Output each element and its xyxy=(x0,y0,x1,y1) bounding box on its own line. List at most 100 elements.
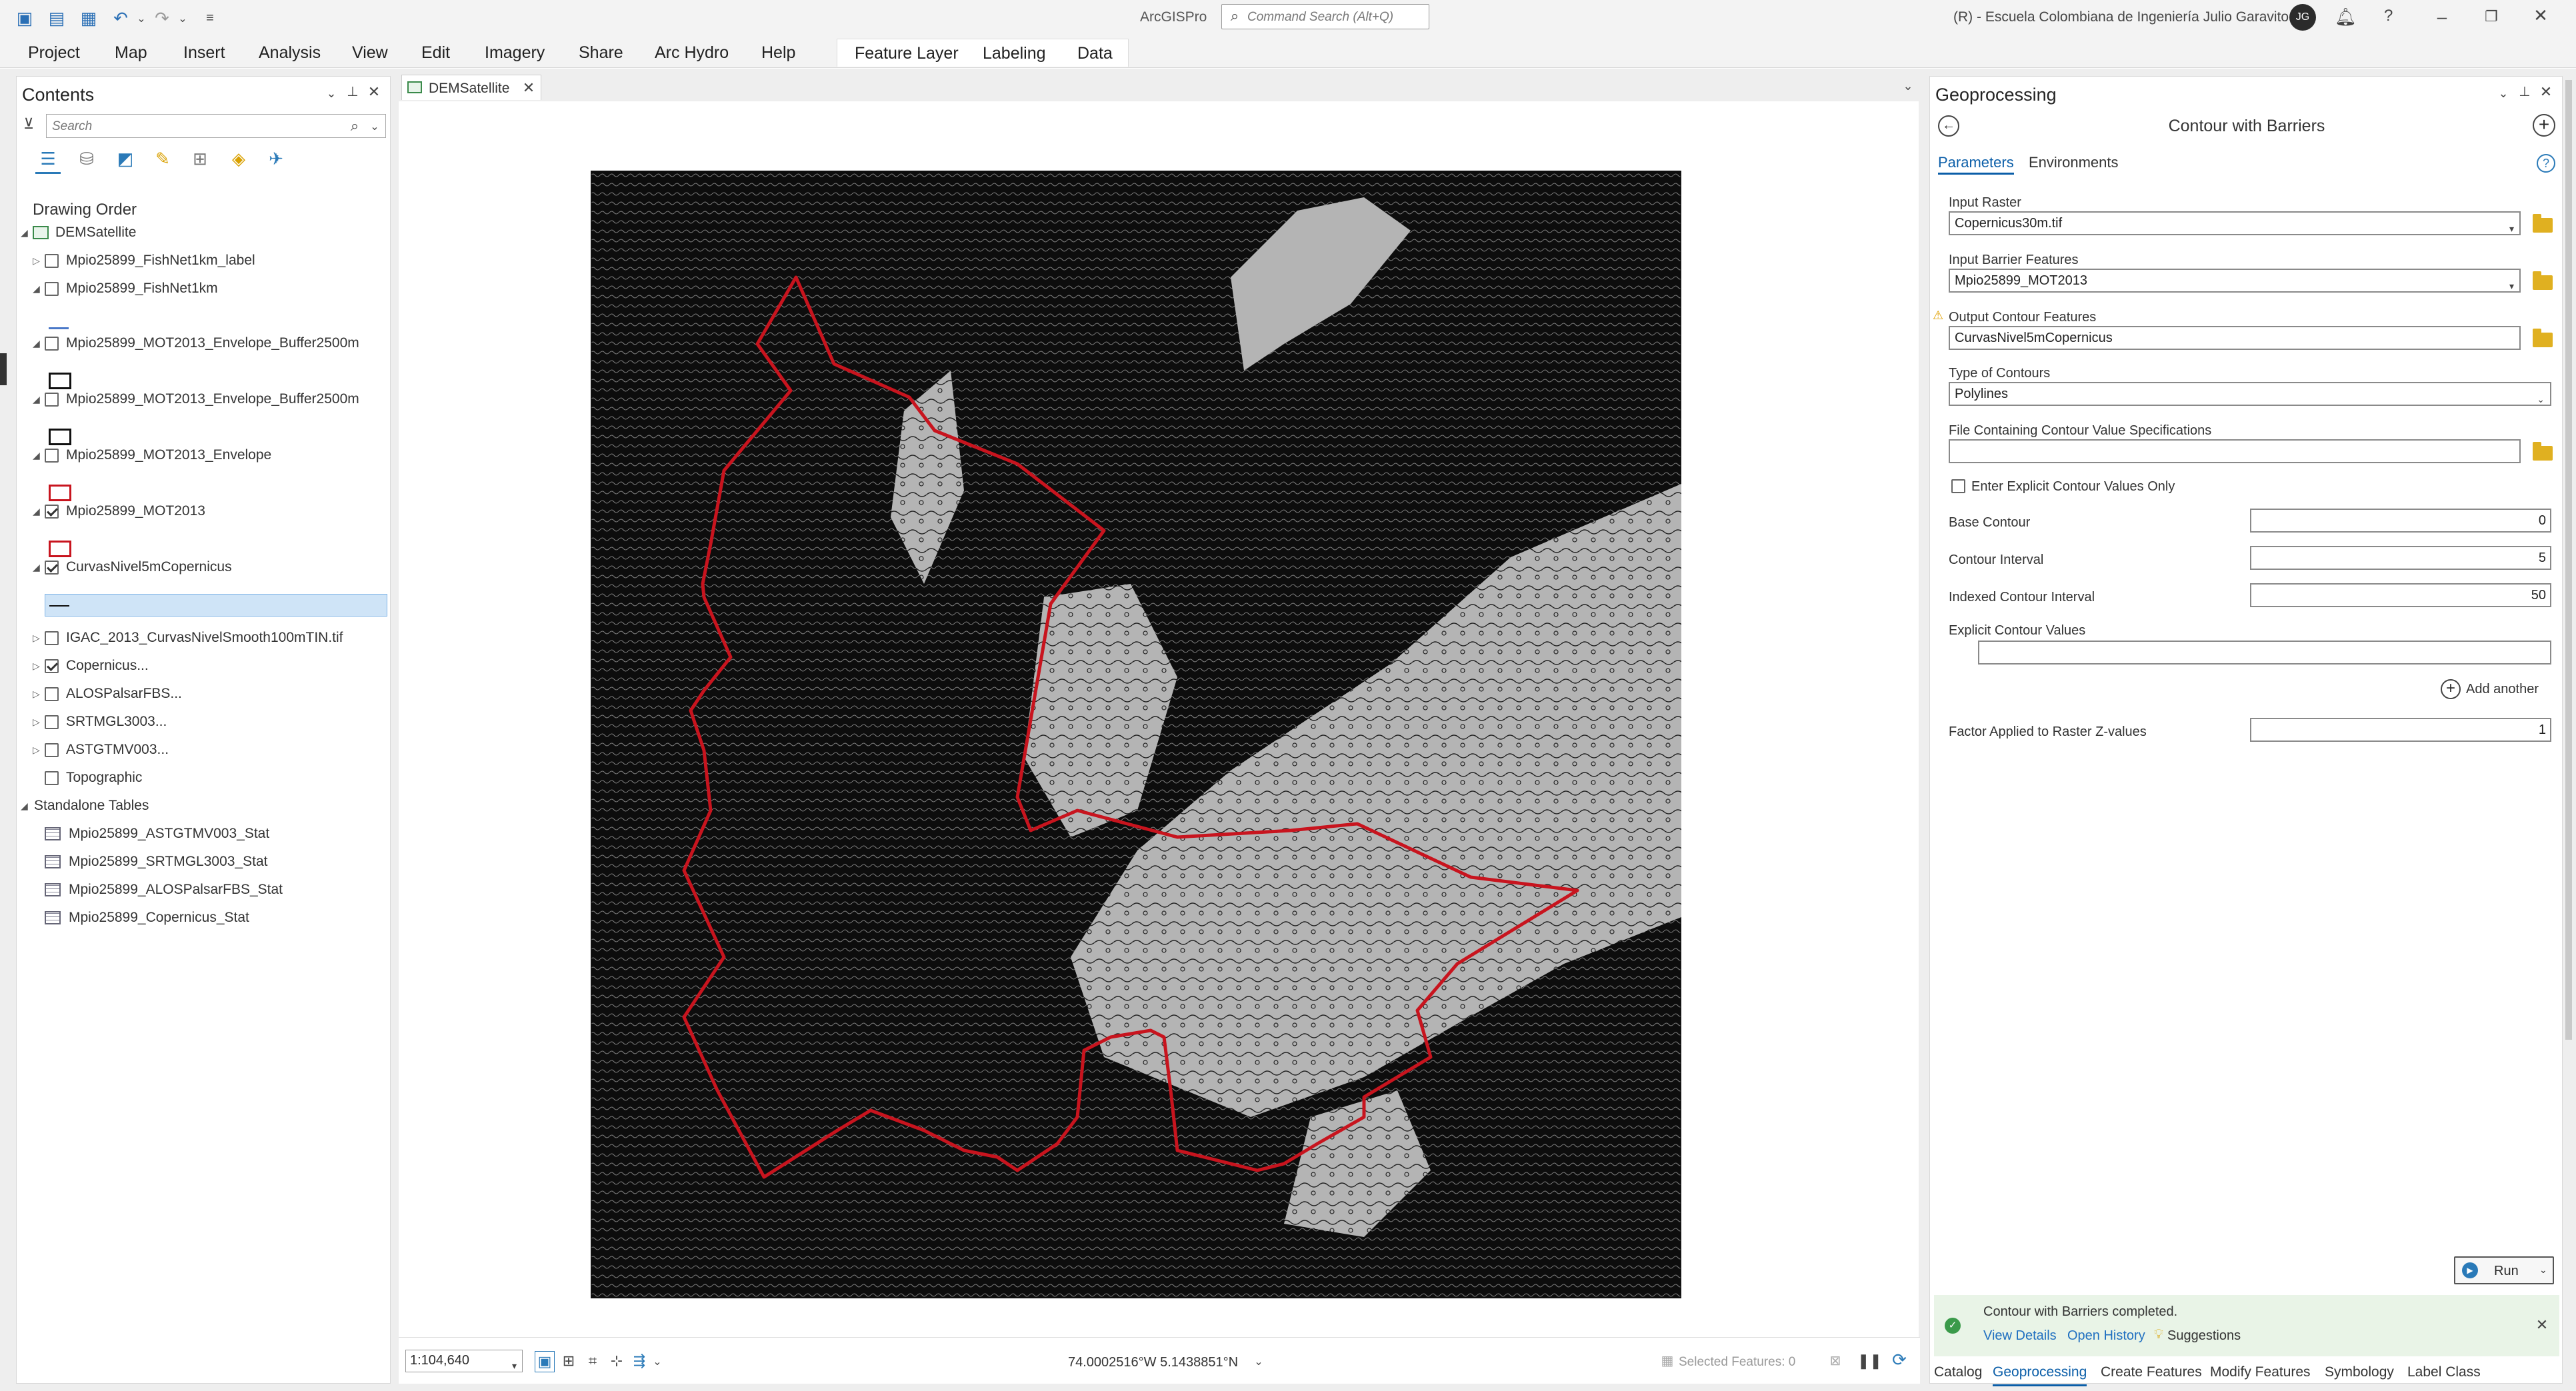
map-canvas[interactable] xyxy=(399,101,1919,1337)
tab-map[interactable]: Map xyxy=(115,41,147,64)
layer-curvas-nivel[interactable]: CurvasNivel5mCopernicus xyxy=(66,554,232,581)
bottom-tab-modify-features[interactable]: Modify Features xyxy=(2210,1360,2311,1384)
vertical-scrollbar[interactable] xyxy=(2565,80,2572,1040)
tab-labeling[interactable]: Labeling xyxy=(983,42,1046,65)
input-raster-dropdown[interactable]: Copernicus30m.tif ▾ xyxy=(1949,211,2521,235)
tab-insert[interactable]: Insert xyxy=(183,41,225,64)
tab-feature-layer[interactable]: Feature Layer xyxy=(855,42,959,65)
constraint-icon[interactable]: ⊹ xyxy=(607,1351,627,1371)
list-by-labeling-icon[interactable]: ◈ xyxy=(226,149,251,169)
layer-igac-tin[interactable]: IGAC_2013_CurvasNivelSmooth100mTIN.tif xyxy=(66,625,343,651)
add-tool-icon[interactable]: + xyxy=(2533,114,2555,137)
collapse-layer-icon[interactable]: ◢ xyxy=(33,498,40,525)
collapse-layer-icon[interactable]: ◢ xyxy=(33,330,40,357)
save-icon[interactable]: ▦ xyxy=(79,8,99,28)
tab-arc-hydro[interactable]: Arc Hydro xyxy=(655,41,729,64)
contour-spec-file-input[interactable] xyxy=(1949,439,2521,463)
expand-layer-icon[interactable]: ▷ xyxy=(33,247,40,274)
collapse-layer-icon[interactable]: ◢ xyxy=(33,275,40,302)
new-project-icon[interactable]: ▣ xyxy=(15,8,35,28)
collapse-map-icon[interactable]: ◢ xyxy=(21,219,28,246)
dismiss-status-icon[interactable]: ✕ xyxy=(2534,1315,2550,1335)
list-by-perspective-imagery-icon[interactable]: ✈ xyxy=(263,149,289,169)
layer-visibility-checkbox[interactable] xyxy=(45,659,59,673)
expand-layer-icon[interactable]: ▷ xyxy=(33,708,40,735)
layer-fishnet[interactable]: Mpio25899_FishNet1km xyxy=(66,275,218,302)
avatar[interactable]: JG xyxy=(2289,4,2316,31)
grid-icon[interactable]: ⊞ xyxy=(559,1351,579,1371)
tab-environments[interactable]: Environments xyxy=(2029,154,2119,171)
contour-type-dropdown[interactable]: Polylines ⌄ xyxy=(1949,382,2551,406)
layer-envelope[interactable]: Mpio25899_MOT2013_Envelope xyxy=(66,442,271,469)
expand-layer-icon[interactable]: ▷ xyxy=(33,653,40,679)
layer-visibility-checkbox[interactable] xyxy=(45,743,59,757)
close-window-icon[interactable]: ✕ xyxy=(2531,5,2551,25)
tab-data[interactable]: Data xyxy=(1077,42,1113,65)
navigation-options-icon[interactable]: ⇶ xyxy=(629,1351,649,1371)
layer-visibility-checkbox[interactable] xyxy=(45,505,59,519)
tab-share[interactable]: Share xyxy=(579,41,623,64)
layer-visibility-checkbox[interactable] xyxy=(45,561,59,575)
collapse-tables-icon[interactable]: ◢ xyxy=(21,792,28,819)
open-history-link[interactable]: Open History xyxy=(2067,1328,2145,1344)
list-by-source-icon[interactable]: ⛁ xyxy=(74,149,99,169)
close-pane-icon[interactable]: ✕ xyxy=(2538,82,2554,102)
list-by-editing-icon[interactable]: ✎ xyxy=(150,149,175,169)
layer-mot2013[interactable]: Mpio25899_MOT2013 xyxy=(66,498,205,525)
collapse-layer-icon[interactable]: ◢ xyxy=(33,554,40,581)
search-icon[interactable]: ⌕ xyxy=(347,116,363,136)
explicit-only-checkbox[interactable] xyxy=(1951,479,1965,493)
help-icon[interactable]: ? xyxy=(2537,154,2555,173)
barrier-features-dropdown[interactable]: Mpio25899_MOT2013 ▾ xyxy=(1949,269,2521,293)
layer-alos[interactable]: ALOSPalsarFBS... xyxy=(66,681,182,707)
filter-icon[interactable]: ⊻ xyxy=(21,114,37,134)
coordinate-format-dropdown-icon[interactable]: ⌄ xyxy=(1252,1352,1265,1372)
add-another-icon[interactable]: + xyxy=(2441,679,2461,699)
tab-edit[interactable]: Edit xyxy=(421,41,450,64)
tab-parameters[interactable]: Parameters xyxy=(1938,154,2014,175)
map-node-dem-satellite[interactable]: DEMSatellite xyxy=(55,219,136,246)
refresh-icon[interactable]: ⟳ xyxy=(1889,1350,1909,1370)
tab-view[interactable]: View xyxy=(352,41,388,64)
line-symbol[interactable] xyxy=(49,327,69,329)
layer-visibility-checkbox[interactable] xyxy=(45,631,59,645)
layer-visibility-checkbox[interactable] xyxy=(45,393,59,407)
tab-project[interactable]: Project xyxy=(28,41,80,64)
collapse-layer-icon[interactable]: ◢ xyxy=(33,386,40,413)
chevron-down-icon[interactable]: ⌄ xyxy=(651,1352,664,1372)
list-by-snapping-icon[interactable]: ⊞ xyxy=(187,149,213,169)
bottom-tab-geoprocessing[interactable]: Geoprocessing xyxy=(1993,1360,2087,1386)
close-pane-icon[interactable]: ✕ xyxy=(366,82,382,102)
layer-visibility-checkbox[interactable] xyxy=(45,254,59,268)
suggestions-link[interactable]: Suggestions xyxy=(2167,1328,2241,1344)
table-srtm-stat[interactable]: Mpio25899_SRTMGL3003_Stat xyxy=(69,848,267,875)
browse-folder-icon[interactable] xyxy=(2533,442,2553,461)
table-copernicus-stat[interactable]: Mpio25899_Copernicus_Stat xyxy=(69,904,249,931)
clear-selection-icon[interactable]: ⊠ xyxy=(1825,1351,1845,1371)
customize-toolbar-icon[interactable]: ≡ xyxy=(200,8,220,28)
layer-srtm[interactable]: SRTMGL3003... xyxy=(66,708,167,735)
command-search-box[interactable]: ⌕ Command Search (Alt+Q) xyxy=(1221,4,1429,29)
pause-drawing-icon[interactable]: ❚❚ xyxy=(1857,1351,1882,1371)
layer-visibility-checkbox[interactable] xyxy=(45,449,59,463)
tab-help[interactable]: Help xyxy=(761,41,795,64)
layer-visibility-checkbox[interactable] xyxy=(45,715,59,729)
list-by-selection-icon[interactable]: ◩ xyxy=(113,149,138,169)
bottom-tab-create-features[interactable]: Create Features xyxy=(2101,1360,2202,1384)
layer-visibility-checkbox[interactable] xyxy=(45,282,59,296)
standalone-tables-heading[interactable]: Standalone Tables xyxy=(34,792,149,819)
contour-interval-input[interactable]: 5 xyxy=(2250,546,2551,570)
redo-icon[interactable]: ↷ xyxy=(152,8,172,28)
expand-layer-icon[interactable]: ▷ xyxy=(33,625,40,651)
layer-topographic[interactable]: Topographic xyxy=(66,764,142,791)
run-dropdown-icon[interactable]: ⌄ xyxy=(2539,1264,2547,1276)
expand-layer-icon[interactable]: ▷ xyxy=(33,681,40,707)
bottom-tab-symbology[interactable]: Symbology xyxy=(2325,1360,2394,1384)
base-contour-input[interactable]: 0 xyxy=(2250,509,2551,533)
scale-dropdown[interactable]: 1:104,640 ▾ xyxy=(405,1350,523,1372)
fixed-scale-icon[interactable]: ▣ xyxy=(535,1351,555,1372)
layer-envelope-buffer-2[interactable]: Mpio25899_MOT2013_Envelope_Buffer2500m xyxy=(66,386,359,413)
snapping-icon[interactable]: ⌗ xyxy=(583,1351,603,1371)
run-button[interactable]: ▶ Run ⌄ xyxy=(2454,1256,2554,1284)
contents-search-input[interactable]: Search ⌕ ⌄ xyxy=(46,114,386,138)
